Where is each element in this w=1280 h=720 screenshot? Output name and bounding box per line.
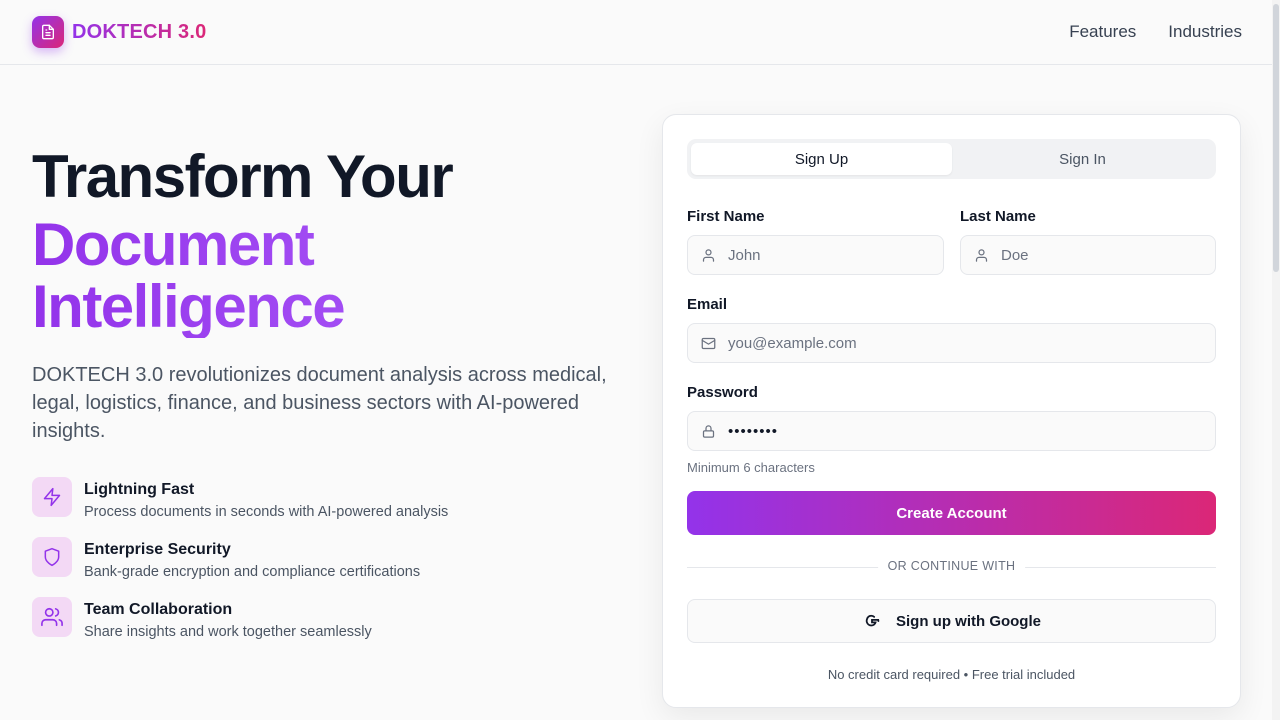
create-account-button[interactable]: Create Account [687,491,1216,535]
tab-sign-in[interactable]: Sign In [952,143,1213,175]
user-icon [973,247,989,263]
main-nav: Features Industries [1069,22,1242,42]
feature-item: Team Collaboration Share insights and wo… [32,597,372,643]
feature-title: Enterprise Security [84,541,231,558]
divider-text: OR CONTINUE WITH [877,559,1026,573]
feature-description: Share insights and work together seamles… [84,624,372,640]
last-name-field[interactable]: Doe [960,235,1216,275]
hero-title-line2: Document [32,214,452,276]
feature-item: Lightning Fast Process documents in seco… [32,477,448,523]
password-value: •••••••• [728,422,779,440]
lightning-icon [32,477,72,517]
password-label: Password [687,384,758,401]
logo[interactable]: DOKTECH 3.0 [32,16,206,48]
email-placeholder: you@example.com [728,334,857,352]
tab-sign-up[interactable]: Sign Up [691,143,952,175]
email-field[interactable]: you@example.com [687,323,1216,363]
document-icon [32,16,64,48]
divider: OR CONTINUE WITH [687,559,1216,575]
auth-card: Sign Up Sign In First Name Last Name Joh… [662,114,1241,708]
google-signup-button[interactable]: Sign up with Google [687,599,1216,643]
feature-description: Bank-grade encryption and compliance cer… [84,564,421,580]
google-button-label: Sign up with Google [896,612,1041,630]
user-icon [700,247,716,263]
feature-item: Enterprise Security Bank-grade encryptio… [32,537,420,583]
email-label: Email [687,296,728,313]
nav-link-industries[interactable]: Industries [1168,22,1242,42]
shield-icon [32,537,72,577]
users-icon [32,597,72,637]
last-name-label: Last Name [960,208,1036,225]
nav-link-features[interactable]: Features [1069,22,1136,42]
mail-icon [700,335,716,351]
first-name-field[interactable]: John [687,235,944,275]
page-scrollbar[interactable] [1272,0,1280,720]
hero-description: DOKTECH 3.0 revolutionizes document anal… [32,364,607,442]
password-field[interactable]: •••••••• [687,411,1216,451]
hero-title: Transform Your Document Intelligence [32,143,454,338]
feature-description: Process documents in seconds with AI-pow… [84,504,449,520]
last-name-placeholder: Doe [1001,246,1029,264]
logo-text: DOKTECH 3.0 [72,20,207,43]
footnote: No credit card required • Free trial inc… [827,667,1076,682]
hero-title-line1: Transform Your [32,143,454,210]
auth-tabs: Sign Up Sign In [687,139,1216,179]
scrollbar-thumb[interactable] [1273,4,1279,272]
feature-title: Lightning Fast [84,481,195,498]
first-name-placeholder: John [728,246,761,264]
google-icon [862,611,882,631]
lock-icon [700,423,716,439]
top-header: DOKTECH 3.0 Features Industries [0,0,1280,65]
password-hint: Minimum 6 characters [687,460,815,475]
hero-title-line3: Intelligence [32,276,452,338]
first-name-label: First Name [687,208,765,225]
feature-title: Team Collaboration [84,601,233,618]
